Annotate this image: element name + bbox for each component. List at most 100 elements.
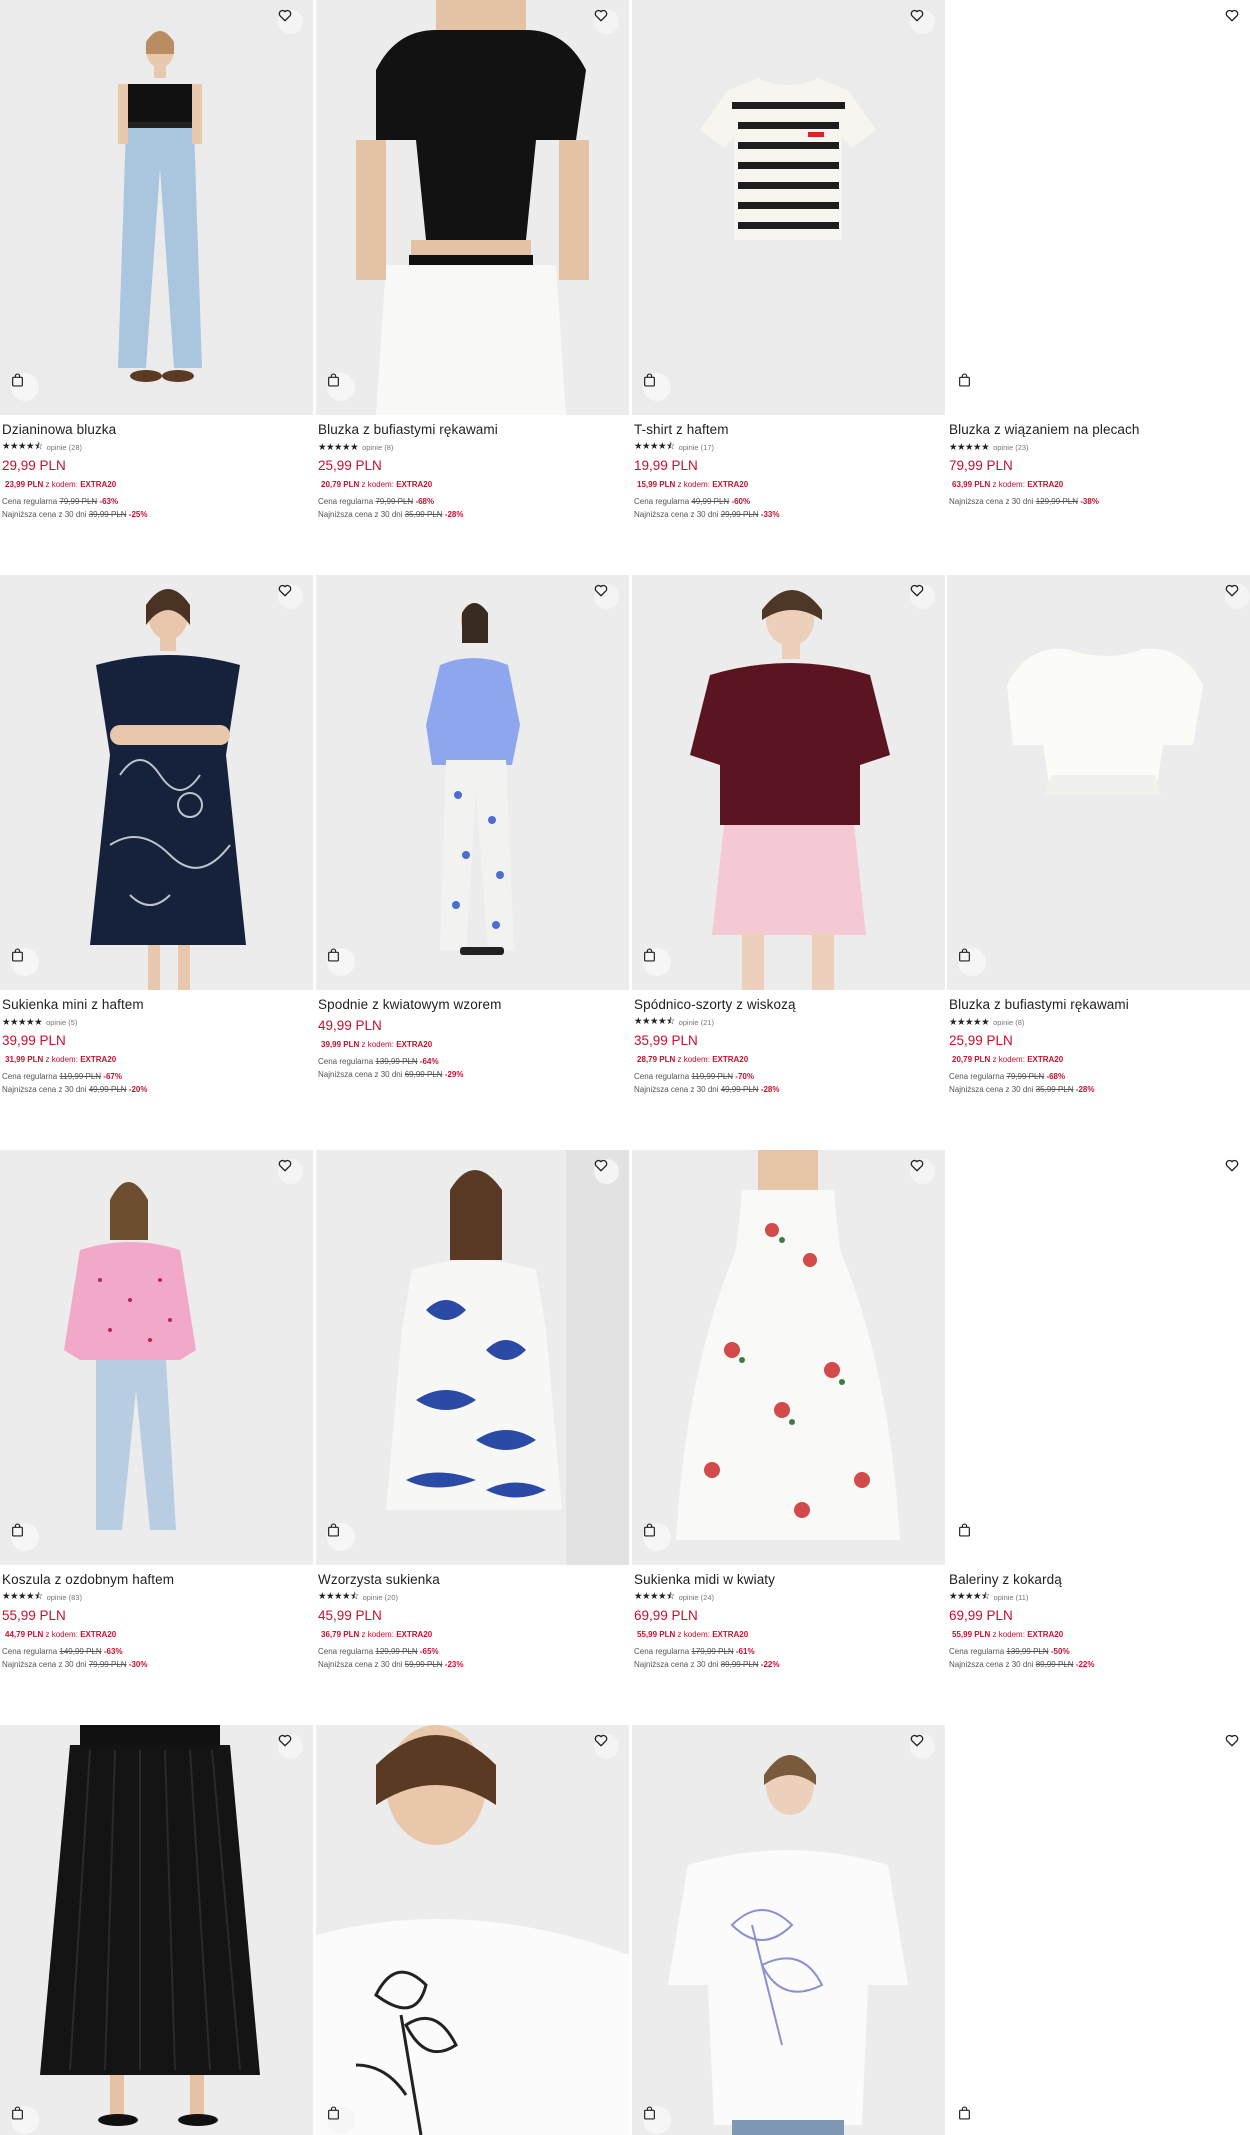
lowest-discount: -28% xyxy=(1075,1085,1095,1094)
product-card[interactable] xyxy=(632,1725,945,2135)
add-to-cart-button[interactable] xyxy=(11,1523,39,1551)
product-card[interactable]: Spódnico-szorty z wiskozą ★★★★⯪ opinie (21… xyxy=(632,575,945,1150)
current-price: 39,99 PLN xyxy=(2,1033,66,1048)
product-card[interactable]: T-shirt z haftem ★★★★⯪ opinie (17) 19,99 PL… xyxy=(632,0,945,575)
product-card[interactable] xyxy=(947,1725,1250,2135)
add-to-cart-button[interactable] xyxy=(11,373,39,401)
add-to-cart-button[interactable] xyxy=(327,2106,355,2134)
promo-code: EXTRA20 xyxy=(80,1630,117,1639)
product-image[interactable] xyxy=(316,575,629,990)
wishlist-button[interactable] xyxy=(1225,1734,1250,1759)
wishlist-button[interactable] xyxy=(1225,584,1250,609)
wishlist-button[interactable] xyxy=(594,1734,619,1759)
product-card[interactable]: Bluzka z bufiastymi rękawami ★★★★★ opinie … xyxy=(316,0,629,575)
product-image[interactable] xyxy=(632,0,945,415)
product-image[interactable] xyxy=(947,0,1250,415)
product-card[interactable]: Sukienka mini z haftem ★★★★★ opinie (5) 39,… xyxy=(0,575,313,1150)
product-image[interactable] xyxy=(0,575,313,990)
promo-price-value: 55,99 PLN xyxy=(637,1630,676,1639)
promo-code: EXTRA20 xyxy=(396,1040,433,1049)
product-image[interactable] xyxy=(632,575,945,990)
add-to-cart-button[interactable] xyxy=(11,2106,39,2134)
wishlist-button[interactable] xyxy=(594,9,619,34)
product-name[interactable]: Spódnico-szorty z wiskozą xyxy=(634,996,939,1014)
wishlist-button[interactable] xyxy=(278,9,303,34)
rating: ★★★★⯪ opinie (24) xyxy=(634,1590,939,1604)
rating-stars: ★★★★★ xyxy=(2,1016,43,1028)
product-name[interactable]: Bluzka z bufiastymi rękawami xyxy=(318,421,623,439)
product-card[interactable]: Dzianinowa bluzka ★★★★⯪ opinie (28) 29,99 P… xyxy=(0,0,313,575)
add-to-cart-button[interactable] xyxy=(643,373,671,401)
lowest-discount: -29% xyxy=(444,1070,464,1079)
product-image[interactable] xyxy=(947,575,1250,990)
product-info: Wzorzysta sukienka ★★★★⯪ opinie (20) 45,99 … xyxy=(318,1571,623,1671)
wishlist-button[interactable] xyxy=(594,584,619,609)
add-to-cart-button[interactable] xyxy=(327,373,355,401)
product-image[interactable] xyxy=(316,1725,629,2135)
add-to-cart-button[interactable] xyxy=(643,2106,671,2134)
promo-price: 44,79 PLN z kodem: EXTRA20 xyxy=(2,1629,307,1641)
lowest-price-label: Najniższa cena z 30 dni xyxy=(318,1070,403,1079)
rating: ★★★★⯪ opinie (83) xyxy=(2,1590,307,1604)
product-name[interactable]: Wzorzysta sukienka xyxy=(318,1571,623,1589)
product-name[interactable]: Spodnie z kwiatowym wzorem xyxy=(318,996,623,1014)
product-name[interactable]: Sukienka mini z haftem xyxy=(2,996,307,1014)
product-image[interactable] xyxy=(947,1150,1250,1565)
add-to-cart-button[interactable] xyxy=(327,1523,355,1551)
regular-price-value: 79,99 PLN xyxy=(1006,1072,1045,1081)
promo-code-label: z kodem: xyxy=(45,480,78,489)
wishlist-button[interactable] xyxy=(278,1734,303,1759)
product-card[interactable] xyxy=(316,1725,629,2135)
add-to-cart-button[interactable] xyxy=(643,948,671,976)
wishlist-button[interactable] xyxy=(594,1159,619,1184)
add-to-cart-button[interactable] xyxy=(327,948,355,976)
product-name[interactable]: Dzianinowa bluzka xyxy=(2,421,307,439)
product-name[interactable]: Baleriny z kokardą xyxy=(949,1571,1250,1589)
product-card[interactable]: Baleriny z kokardą ★★★★⯪ opinie (11) 69,99 … xyxy=(947,1150,1250,1725)
lowest-price: Najniższa cena z 30 dni 129,99 PLN -38% xyxy=(949,495,1250,508)
wishlist-button[interactable] xyxy=(910,584,935,609)
product-name[interactable]: Bluzka z bufiastymi rękawami xyxy=(949,996,1250,1014)
product-info: Spódnico-szorty z wiskozą ★★★★⯪ opinie (21… xyxy=(634,996,939,1096)
product-card[interactable] xyxy=(0,1725,313,2135)
add-to-cart-button[interactable] xyxy=(643,1523,671,1551)
current-price: 49,99 PLN xyxy=(318,1018,382,1033)
rating-stars: ★★★★★ xyxy=(949,441,990,453)
product-card[interactable]: Bluzka z bufiastymi rękawami ★★★★★ opinie … xyxy=(947,575,1250,1150)
product-image[interactable] xyxy=(0,0,313,415)
product-image[interactable] xyxy=(0,1725,313,2135)
wishlist-button[interactable] xyxy=(278,584,303,609)
lowest-discount: -28% xyxy=(760,1085,780,1094)
wishlist-button[interactable] xyxy=(910,9,935,34)
rating: ★★★★⯪ opinie (11) xyxy=(949,1590,1250,1604)
product-card[interactable]: Spodnie z kwiatowym wzorem 49,99 PLN 39,99… xyxy=(316,575,629,1150)
product-card[interactable]: Wzorzysta sukienka ★★★★⯪ opinie (20) 45,99 … xyxy=(316,1150,629,1725)
add-to-cart-button[interactable] xyxy=(11,948,39,976)
wishlist-button[interactable] xyxy=(278,1159,303,1184)
add-to-cart-button[interactable] xyxy=(958,1523,986,1551)
wishlist-button[interactable] xyxy=(1225,9,1250,34)
review-count: opinie (17) xyxy=(678,442,715,452)
product-card[interactable]: Sukienka midi w kwiaty ★★★★⯪ opinie (24) 69… xyxy=(632,1150,945,1725)
product-image[interactable] xyxy=(316,1150,629,1565)
wishlist-button[interactable] xyxy=(910,1159,935,1184)
product-card[interactable]: Bluzka z wiązaniem na plecach ★★★★★ opinie… xyxy=(947,0,1250,575)
product-image[interactable] xyxy=(632,1150,945,1565)
product-name[interactable]: Sukienka midi w kwiaty xyxy=(634,1571,939,1589)
product-name[interactable]: Bluzka z wiązaniem na plecach xyxy=(949,421,1250,439)
promo-price-value: 44,79 PLN xyxy=(5,1630,44,1639)
product-image[interactable] xyxy=(632,1725,945,2135)
product-name[interactable]: T-shirt z haftem xyxy=(634,421,939,439)
wishlist-button[interactable] xyxy=(1225,1159,1250,1184)
wishlist-button[interactable] xyxy=(910,1734,935,1759)
add-to-cart-button[interactable] xyxy=(958,948,986,976)
product-image[interactable] xyxy=(316,0,629,415)
add-to-cart-button[interactable] xyxy=(958,2106,986,2134)
product-name[interactable]: Koszula z ozdobnym haftem xyxy=(2,1571,307,1589)
product-card[interactable]: Koszula z ozdobnym haftem ★★★★⯪ opinie (83… xyxy=(0,1150,313,1725)
product-image[interactable] xyxy=(0,1150,313,1565)
lowest-price-value: 35,99 PLN xyxy=(404,510,443,519)
add-to-cart-button[interactable] xyxy=(958,373,986,401)
rating-stars: ★★★★⯪ xyxy=(2,441,43,452)
product-image[interactable] xyxy=(947,1725,1250,2135)
